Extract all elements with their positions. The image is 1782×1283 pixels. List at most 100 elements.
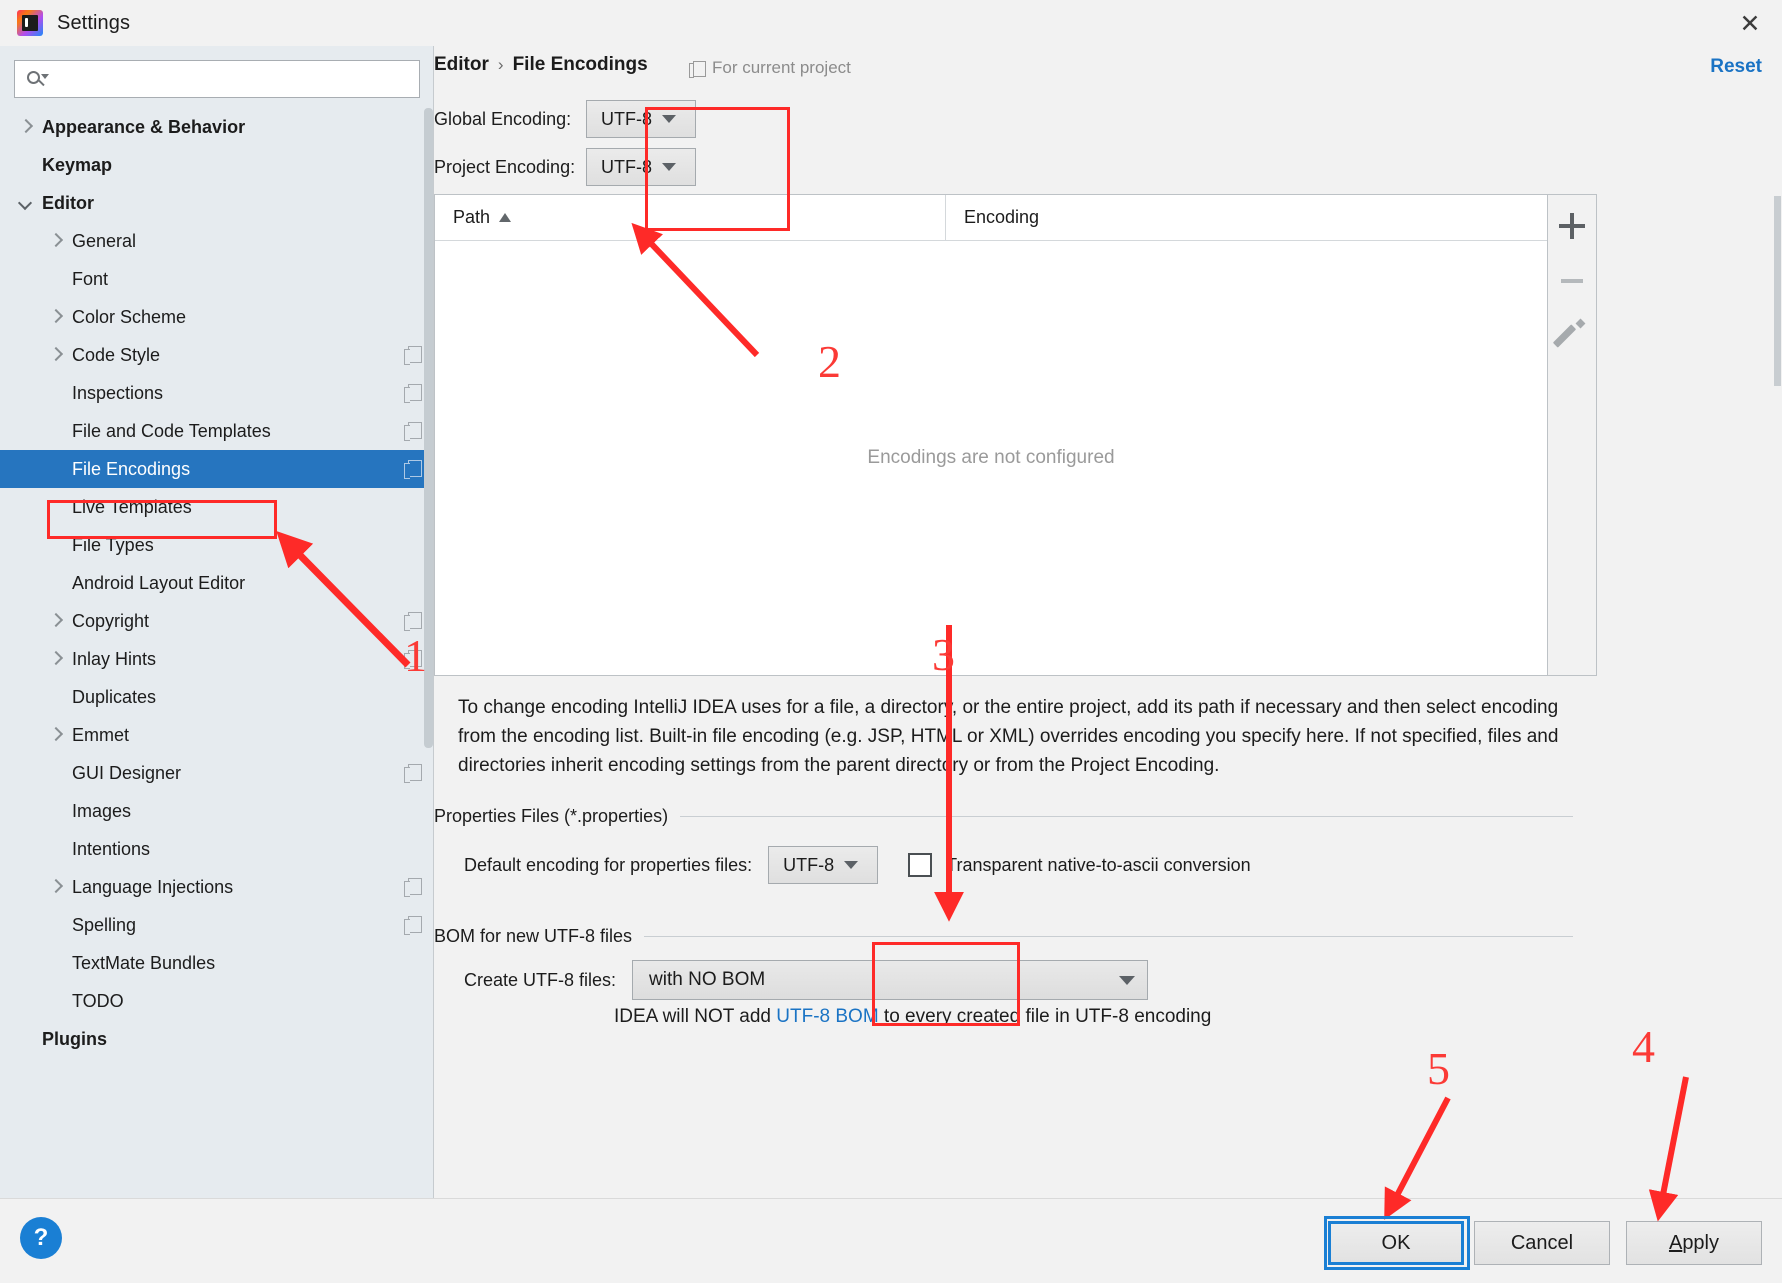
chevron-right-icon[interactable] — [48, 347, 64, 363]
chevron-right-icon[interactable] — [48, 727, 64, 743]
sidebar-item-font[interactable]: Font — [0, 260, 434, 298]
reset-link[interactable]: Reset — [1710, 56, 1762, 78]
encodings-table[interactable]: Path Encoding Encodings are not configur… — [434, 194, 1548, 676]
sidebar-item-label: Duplicates — [72, 686, 157, 707]
copy-settings-icon[interactable] — [404, 764, 422, 783]
content-scrollbar-thumb[interactable] — [1774, 196, 1781, 386]
global-encoding-value: UTF-8 — [601, 108, 652, 129]
project-encoding-row: Project Encoding: UTF-8 — [434, 148, 696, 186]
close-icon[interactable]: ✕ — [1718, 0, 1782, 46]
sidebar-item-intentions[interactable]: Intentions — [0, 830, 434, 868]
sidebar-item-label: Code Style — [72, 344, 161, 365]
sidebar-item-gui-designer[interactable]: GUI Designer — [0, 754, 434, 792]
minus-icon[interactable] — [1555, 263, 1589, 297]
sidebar-item-editor[interactable]: Editor — [0, 184, 434, 222]
encodings-description: To change encoding IntelliJ IDEA uses fo… — [458, 697, 1559, 776]
properties-group-header: Properties Files (*.properties) — [434, 806, 1573, 827]
chevron-right-icon[interactable] — [48, 651, 64, 667]
copy-settings-icon[interactable] — [404, 878, 422, 897]
copy-settings-icon[interactable] — [404, 612, 422, 631]
sidebar-item-file-and-code-templates[interactable]: File and Code Templates — [0, 412, 434, 450]
sidebar-item-keymap[interactable]: Keymap — [0, 146, 434, 184]
sidebar-item-copyright[interactable]: Copyright — [0, 602, 434, 640]
breadcrumb: Editor › File Encodings — [434, 54, 648, 76]
copy-settings-icon[interactable] — [404, 916, 422, 935]
properties-encoding-value: UTF-8 — [783, 854, 835, 875]
column-header-path[interactable]: Path — [435, 207, 945, 228]
copy-settings-icon[interactable] — [404, 422, 422, 441]
sidebar-item-label: Appearance & Behavior — [42, 116, 246, 137]
settings-tree[interactable]: Appearance & Behavior Keymap Editor General… — [0, 108, 434, 1148]
window-titlebar: Settings ✕ — [0, 0, 1782, 46]
copy-settings-icon[interactable] — [404, 346, 422, 365]
column-header-encoding[interactable]: Encoding — [946, 207, 1039, 228]
sidebar-item-label: Android Layout Editor — [72, 572, 246, 593]
search-input[interactable] — [49, 61, 419, 97]
apply-button[interactable]: Apply — [1626, 1221, 1762, 1265]
help-question-icon[interactable]: ? — [20, 1217, 62, 1259]
plus-icon[interactable] — [1555, 209, 1589, 243]
global-encoding-select[interactable]: UTF-8 — [586, 100, 696, 138]
sidebar-item-inspections[interactable]: Inspections — [0, 374, 434, 412]
bom-create-select[interactable]: with NO BOM — [632, 960, 1149, 1000]
bom-group-header: BOM for new UTF-8 files — [434, 926, 1573, 947]
sidebar-item-emmet[interactable]: Emmet — [0, 716, 434, 754]
sidebar-item-inlay-hints[interactable]: Inlay Hints — [0, 640, 434, 678]
sidebar-item-label: Editor — [42, 192, 94, 213]
chevron-right-icon[interactable] — [48, 233, 64, 249]
ok-button[interactable]: OK — [1328, 1221, 1464, 1265]
sidebar-scrollbar-thumb[interactable] — [424, 108, 433, 748]
project-encoding-select[interactable]: UTF-8 — [586, 148, 696, 186]
sidebar-item-plugins[interactable]: Plugins — [0, 1020, 434, 1058]
sidebar-item-language-injections[interactable]: Language Injections — [0, 868, 434, 906]
breadcrumb-parent[interactable]: Editor — [434, 54, 489, 76]
sidebar-item-spelling[interactable]: Spelling — [0, 906, 434, 944]
chevron-right-icon[interactable] — [48, 879, 64, 895]
group-divider-line — [644, 936, 1573, 937]
chevron-down-icon — [662, 163, 676, 171]
sidebar-item-label: General — [72, 230, 137, 251]
intellij-idea-logo-icon — [17, 10, 43, 36]
sidebar-item-live-templates[interactable]: Live Templates — [0, 488, 434, 526]
chevron-right-icon[interactable] — [48, 309, 64, 325]
copy-settings-icon[interactable] — [404, 650, 422, 669]
sidebar-item-file-encodings[interactable]: File Encodings — [0, 450, 434, 488]
settings-content: Editor › File Encodings For current proj… — [434, 46, 1782, 1198]
sidebar-item-file-types[interactable]: File Types — [0, 526, 434, 564]
transparent-conversion-checkbox[interactable] — [908, 853, 933, 877]
table-empty-message: Encodings are not configured — [867, 447, 1115, 468]
properties-encoding-select[interactable]: UTF-8 — [768, 846, 879, 884]
sidebar-item-android-layout-editor[interactable]: Android Layout Editor — [0, 564, 434, 602]
sidebar-item-code-style[interactable]: Code Style — [0, 336, 434, 374]
breadcrumb-current: File Encodings — [512, 54, 648, 75]
sidebar-item-general[interactable]: General — [0, 222, 434, 260]
pencil-icon[interactable] — [1555, 317, 1589, 351]
copy-settings-icon[interactable] — [404, 460, 422, 479]
chevron-down-icon[interactable] — [18, 195, 34, 211]
table-header-row: Path Encoding — [435, 194, 1547, 241]
sidebar-item-textmate-bundles[interactable]: TextMate Bundles — [0, 944, 434, 982]
sidebar-item-todo[interactable]: TODO — [0, 982, 434, 1020]
sidebar-item-color-scheme[interactable]: Color Scheme — [0, 298, 434, 336]
sidebar-item-label: Color Scheme — [72, 306, 187, 327]
properties-encoding-row: Default encoding for properties files: U… — [464, 846, 1251, 884]
sidebar-item-label: Spelling — [72, 914, 137, 935]
sidebar-item-duplicates[interactable]: Duplicates — [0, 678, 434, 716]
bom-note: IDEA will NOT add UTF-8 BOM to every cre… — [614, 1006, 1211, 1028]
scope-indicator: For current project — [689, 58, 851, 78]
search-box[interactable] — [14, 60, 420, 98]
utf8-bom-link[interactable]: UTF-8 BOM — [776, 1006, 878, 1027]
sort-ascending-icon — [499, 213, 512, 222]
search-icon — [25, 68, 49, 90]
sidebar-item-images[interactable]: Images — [0, 792, 434, 830]
apply-button-mnemonic: A — [1668, 1231, 1683, 1254]
settings-sidebar: Appearance & Behavior Keymap Editor General… — [0, 46, 434, 1198]
properties-encoding-label: Default encoding for properties files: — [464, 854, 753, 875]
copy-settings-icon[interactable] — [404, 384, 422, 403]
global-encoding-label: Global Encoding: — [434, 108, 572, 129]
sidebar-item-appearance-behavior[interactable]: Appearance & Behavior — [0, 108, 434, 146]
chevron-right-icon[interactable] — [18, 119, 34, 135]
chevron-right-icon[interactable] — [48, 613, 64, 629]
sidebar-item-label: Plugins — [42, 1028, 108, 1049]
cancel-button[interactable]: Cancel — [1474, 1221, 1610, 1265]
